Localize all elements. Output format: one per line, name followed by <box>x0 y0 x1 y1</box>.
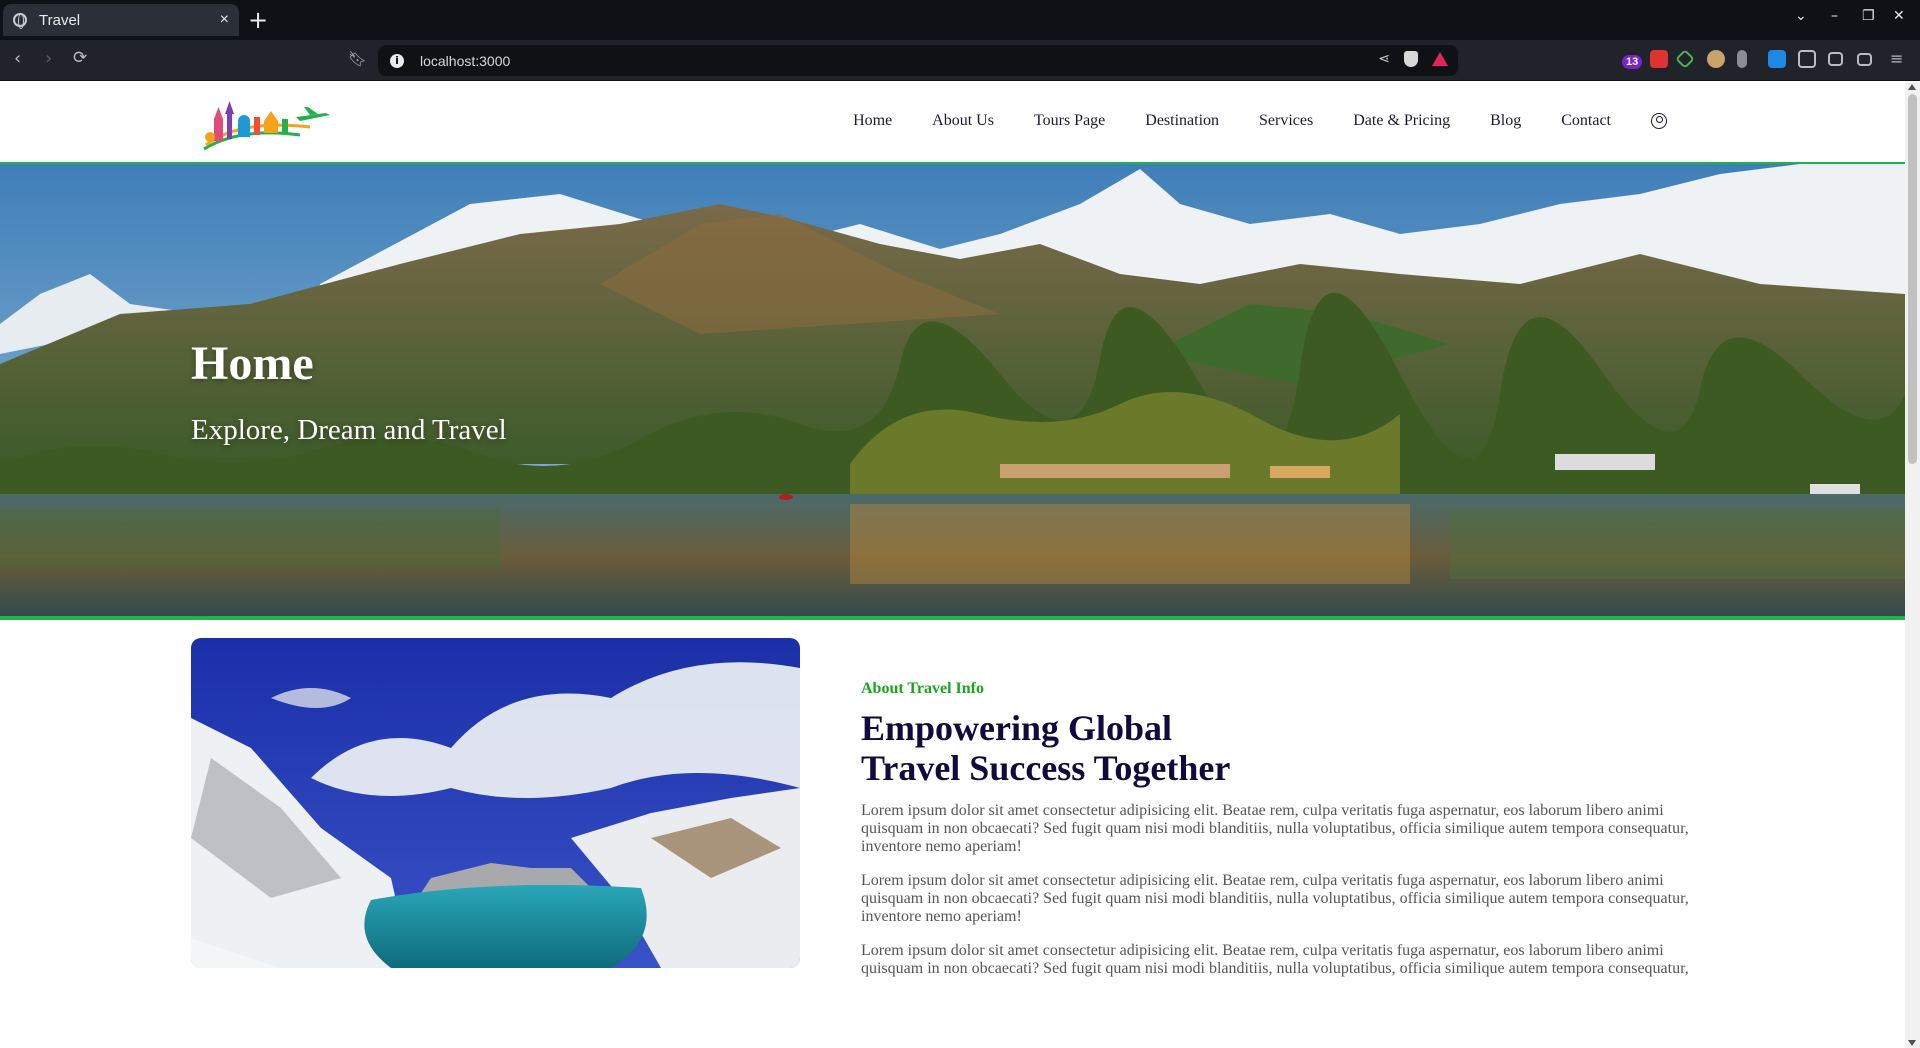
page-scrollbar[interactable] <box>1905 82 1920 1048</box>
puzzle-icon[interactable] <box>1798 50 1816 68</box>
travel-logo[interactable] <box>200 97 335 153</box>
browser-tab[interactable]: Travel × <box>3 4 239 36</box>
scroll-up-arrow-icon[interactable] <box>1908 84 1916 90</box>
nav-tours-page[interactable]: Tours Page <box>1034 112 1105 130</box>
extension-icon[interactable] <box>1707 50 1725 68</box>
about-headline-line-2: Travel Success Together <box>861 748 1231 788</box>
hero-banner: Home Explore, Dream and Travel <box>0 164 1905 620</box>
about-headline: Empowering Global Travel Success Togethe… <box>861 708 1691 788</box>
hero-title: Home <box>191 337 314 390</box>
about-paragraph: Lorem ipsum dolor sit amet consectetur a… <box>861 942 1689 977</box>
address-bar[interactable]: i localhost:3000 ⋖ <box>378 45 1458 76</box>
tab-close-icon[interactable]: × <box>220 11 229 29</box>
nav-contact[interactable]: Contact <box>1561 112 1611 130</box>
forward-icon[interactable]: › <box>45 48 52 69</box>
bookmark-icon[interactable]: 🔖︎ <box>348 50 367 68</box>
page-viewport: Home About Us Tours Page Destination Ser… <box>0 82 1905 1048</box>
nav-about-us[interactable]: About Us <box>932 112 994 130</box>
close-window-icon[interactable]: ✕ <box>1893 8 1905 24</box>
about-section-text: About Travel Info Empowering Global Trav… <box>861 680 1691 994</box>
nav-blog[interactable]: Blog <box>1490 112 1521 130</box>
browser-tab-bar: Travel × + ⌄ – ❐ ✕ <box>0 0 1920 40</box>
scroll-down-arrow-icon[interactable] <box>1908 1040 1916 1046</box>
back-icon[interactable]: ‹ <box>14 48 21 69</box>
tab-search-icon[interactable]: ⌄ <box>1795 8 1807 24</box>
brave-rewards-icon[interactable] <box>1432 52 1448 66</box>
extension-icon[interactable] <box>1650 50 1668 68</box>
scrollbar-thumb[interactable] <box>1908 94 1917 464</box>
about-headline-line-1: Empowering Global <box>861 708 1173 748</box>
tab-title: Travel <box>39 11 81 29</box>
mountain-lake-image <box>0 164 1905 616</box>
url-text: localhost:3000 <box>420 52 511 69</box>
user-account-icon[interactable] <box>1651 113 1667 129</box>
menu-icon[interactable]: ≡ <box>1890 49 1903 68</box>
extension-badge: 13 <box>1622 55 1643 69</box>
nav-home[interactable]: Home <box>853 112 892 130</box>
extension-icon[interactable] <box>1737 50 1747 68</box>
nav-services[interactable]: Services <box>1259 112 1313 130</box>
nav-date-pricing[interactable]: Date & Pricing <box>1353 112 1450 130</box>
brave-shield-icon[interactable] <box>1404 51 1418 67</box>
site-header: Home About Us Tours Page Destination Ser… <box>0 82 1905 164</box>
new-tab-button[interactable]: + <box>248 6 268 34</box>
minimize-icon[interactable]: – <box>1831 8 1838 24</box>
share-icon[interactable]: ⋖ <box>1378 51 1390 67</box>
main-nav: Home About Us Tours Page Destination Ser… <box>853 112 1667 130</box>
reload-icon[interactable]: ⟳ <box>73 48 87 68</box>
globe-icon <box>13 13 27 29</box>
extension-icon[interactable] <box>1675 49 1695 69</box>
about-paragraph: Lorem ipsum dolor sit amet consectetur a… <box>861 802 1689 855</box>
wallet-icon[interactable] <box>1857 53 1872 66</box>
sidebar-icon[interactable] <box>1828 52 1843 66</box>
site-info-icon[interactable]: i <box>390 53 404 68</box>
about-image <box>191 638 800 968</box>
about-paragraph: Lorem ipsum dolor sit amet consectetur a… <box>861 872 1689 925</box>
about-eyebrow: About Travel Info <box>861 680 984 697</box>
maximize-icon[interactable]: ❐ <box>1862 8 1875 24</box>
extension-icon[interactable] <box>1768 50 1786 68</box>
hero-subtitle: Explore, Dream and Travel <box>191 414 507 446</box>
nav-destination[interactable]: Destination <box>1145 112 1219 130</box>
